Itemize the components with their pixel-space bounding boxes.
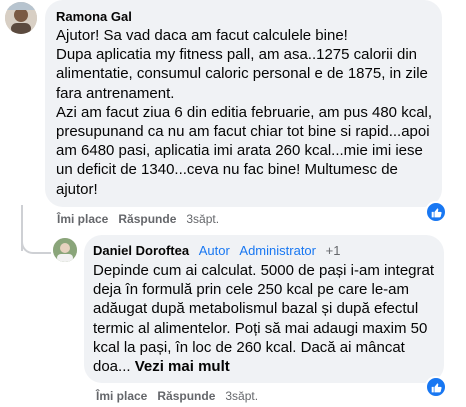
thumbs-up-icon	[431, 207, 442, 217]
avatar[interactable]	[53, 238, 77, 262]
reply-author[interactable]: Daniel Doroftea	[93, 243, 189, 258]
comment-actions: Îmi place Răspunde 3săpt.	[57, 212, 219, 226]
truncated-text: doa...	[93, 358, 131, 376]
comment-text: Ajutor! Sa vad daca am facut calculele b…	[56, 26, 440, 199]
reply-actions: Îmi place Răspunde 3săpt.	[96, 389, 258, 403]
admin-badge: Administrator	[239, 243, 316, 258]
comment-line: Dupa aplicatia my fitness pall, am asa..…	[56, 46, 418, 64]
comment-timestamp[interactable]: 3săpt.	[186, 212, 219, 226]
reaction-badge[interactable]	[425, 376, 447, 398]
comment-line: fara antrenament.	[56, 84, 175, 102]
comment-line: Ajutor! Sa vad daca am facut calculele b…	[56, 27, 348, 44]
reply-line: deja în formulă prin cele 250 kcal pe ca…	[93, 281, 409, 299]
like-button[interactable]: Îmi place	[57, 212, 108, 226]
comment-author[interactable]: Ramona Gal	[56, 9, 132, 25]
comment-line: am 6480 pasi, aplicatia imi arata 260 kc…	[56, 142, 423, 160]
reply-line: termic al alimentelor. Poți să mai adaug…	[93, 319, 428, 337]
comment-bubble: Ramona Gal Ajutor! Sa vad daca am facut …	[45, 0, 442, 207]
like-button[interactable]: Îmi place	[96, 389, 147, 403]
reply-text: Depinde cum ai calculat. 5000 de pași i-…	[93, 261, 443, 376]
reply-line: adăugat după metabolismul bazal și după …	[93, 300, 419, 318]
comment-line: ajutor!	[56, 180, 98, 198]
see-more-link[interactable]: Vezi mai mult	[135, 358, 230, 375]
reply-button[interactable]: Răspunde	[118, 212, 176, 226]
reply-line: Depinde cum ai calculat. 5000 de pași i-…	[93, 262, 435, 279]
comment-line: un deficit de 1340...ceva nu fac bine! M…	[56, 161, 398, 179]
avatar-photo-icon	[5, 2, 37, 34]
reply-line-truncated: doa... Vezi mai mult	[93, 357, 443, 376]
more-badges[interactable]: +1	[326, 243, 341, 258]
thumbs-up-icon	[431, 382, 442, 392]
comment-line: alimentatie, consumul caloric personal e…	[56, 65, 428, 83]
comment-line: presupunand ca nu am facut chiar tot bin…	[56, 123, 430, 141]
reply-line: kcal la pași, în loc de 260 kcal. Dacă a…	[93, 338, 405, 356]
avatar-photo-icon	[53, 238, 77, 262]
reply-author-row: Daniel Doroftea Autor Administrator +1	[93, 243, 340, 259]
thread-connector-elbow	[21, 230, 51, 254]
author-badge: Autor	[198, 243, 230, 258]
avatar[interactable]	[5, 2, 37, 34]
comment-line: Azi am facut ziua 6 din editia februarie…	[56, 103, 433, 121]
reply-timestamp[interactable]: 3săpt.	[225, 389, 258, 403]
reply-bubble: Daniel Doroftea Autor Administrator +1 D…	[84, 235, 444, 383]
reply-button[interactable]: Răspunde	[157, 389, 215, 403]
reaction-badge[interactable]	[425, 201, 447, 223]
